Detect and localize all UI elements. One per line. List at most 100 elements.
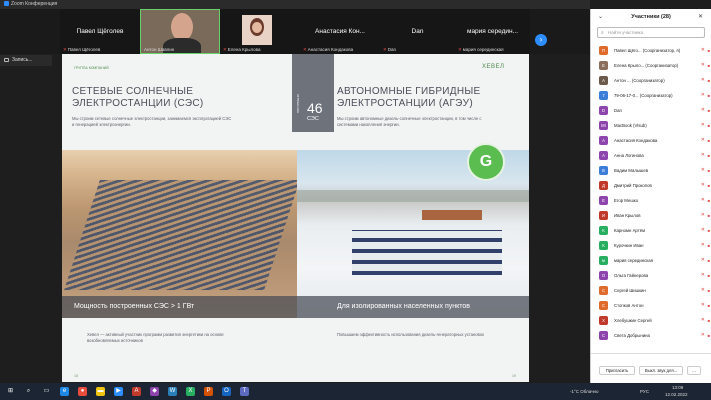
windows-start-icon[interactable]: ⊞ — [6, 387, 15, 396]
camera-off-icon[interactable]: ■ — [708, 118, 710, 133]
chrome-icon[interactable]: ● — [78, 387, 87, 396]
mic-muted-icon[interactable]: ✕ — [701, 328, 705, 343]
teams-icon[interactable]: T — [240, 387, 249, 396]
camera-off-icon[interactable]: ■ — [708, 163, 710, 178]
weather-widget[interactable]: -1°C Облачно — [570, 389, 599, 394]
camera-off-icon[interactable]: ■ — [708, 283, 710, 298]
camera-off-icon[interactable]: ■ — [708, 88, 710, 103]
close-icon[interactable]: ✕ — [698, 9, 703, 25]
pdf-reader-icon[interactable]: A — [132, 387, 141, 396]
participant-tile[interactable]: Dan ✕Dan — [380, 9, 455, 54]
outlook-icon[interactable]: O — [222, 387, 231, 396]
mic-muted-icon[interactable]: ✕ — [701, 193, 705, 208]
word-icon[interactable]: W — [168, 387, 177, 396]
camera-off-icon[interactable]: ■ — [708, 328, 710, 343]
camera-off-icon[interactable]: ■ — [708, 73, 710, 88]
language-indicator[interactable]: РУС — [640, 389, 649, 394]
mic-muted-icon[interactable]: ✕ — [701, 163, 705, 178]
participant-list-item[interactable]: С Стопков Антон ✕ ■ — [591, 298, 711, 313]
mic-muted-icon[interactable]: ✕ — [701, 178, 705, 193]
camera-off-icon[interactable]: ■ — [708, 178, 710, 193]
participant-list-item[interactable]: О Ольга Гайнерова ✕ ■ — [591, 268, 711, 283]
camera-off-icon[interactable]: ■ — [708, 208, 710, 223]
clock-date[interactable]: 12.02.2022 — [665, 392, 688, 397]
participant-list-item[interactable]: С Сергей Шишкин ✕ ■ — [591, 283, 711, 298]
participant-list-item[interactable]: И Иван Крылов ✕ ■ — [591, 208, 711, 223]
participant-strip: Павел Щёголев ✕Павел Щёголев Антон Шавли… — [0, 9, 590, 54]
camera-off-icon[interactable]: ■ — [708, 43, 710, 58]
camera-off-icon[interactable]: ■ — [708, 223, 710, 238]
camera-off-icon[interactable]: ■ — [708, 253, 710, 268]
participant-list-item[interactable]: Д Дмитрий Прокопов ✕ ■ — [591, 178, 711, 193]
mic-muted-icon[interactable]: ✕ — [701, 313, 705, 328]
participant-list-item[interactable]: Е Егор Мешко ✕ ■ — [591, 193, 711, 208]
participant-tile[interactable]: ✕Елена Крылова — [220, 9, 300, 54]
mute-all-button[interactable]: Выкл. звук для... — [639, 366, 683, 375]
mic-muted-icon[interactable]: ✕ — [701, 118, 705, 133]
participant-tile-name: Павел Щёголев — [76, 28, 124, 35]
participant-list-item[interactable]: Х Хлебушкин Сергей ✕ ■ — [591, 313, 711, 328]
excel-icon[interactable]: X — [186, 387, 195, 396]
camera-off-icon[interactable]: ■ — [708, 103, 710, 118]
participant-tile[interactable]: Анастасия Кон... ✕Анастасия Кондакова — [300, 9, 380, 54]
participant-list-item[interactable]: С Света Добрынина ✕ ■ — [591, 328, 711, 343]
edge-icon[interactable]: e — [60, 387, 69, 396]
collapse-chevron-icon[interactable]: ⌄ — [598, 9, 603, 25]
more-options-button[interactable]: ... — [687, 366, 701, 375]
zoom-taskbar-icon[interactable]: ▶ — [114, 387, 123, 396]
mic-muted-icon[interactable]: ✕ — [701, 223, 705, 238]
camera-off-icon[interactable]: ■ — [708, 133, 710, 148]
mic-muted-icon[interactable]: ✕ — [701, 103, 705, 118]
participant-search-input[interactable]: ⌕ Найти участника — [597, 27, 705, 38]
participant-list-item[interactable]: А Анастасия Кондакова ✕ ■ — [591, 133, 711, 148]
participant-list-item[interactable]: В Вадим Малышев ✕ ■ — [591, 163, 711, 178]
camera-off-icon[interactable]: ■ — [708, 298, 710, 313]
file-explorer-icon[interactable]: ▬ — [96, 387, 105, 396]
app-icon[interactable]: ◆ — [150, 387, 159, 396]
camera-off-icon[interactable]: ■ — [708, 58, 710, 73]
zoom-window: Zoom Конференция Павел Щёголев ✕Павел Щё… — [0, 0, 711, 400]
participant-list-item[interactable]: м мария серединская ✕ ■ — [591, 253, 711, 268]
mic-muted-icon[interactable]: ✕ — [701, 208, 705, 223]
mic-muted-icon[interactable]: ✕ — [701, 268, 705, 283]
participant-list-item[interactable]: П Павел Щёго... (Соорганизатор, я) ✕ ■ — [591, 43, 711, 58]
mic-muted-icon[interactable]: ✕ — [701, 238, 705, 253]
mic-muted-icon: ✕ — [303, 47, 307, 52]
camera-off-icon[interactable]: ■ — [708, 238, 710, 253]
camera-off-icon[interactable]: ■ — [708, 148, 710, 163]
camera-off-icon[interactable]: ■ — [708, 268, 710, 283]
mic-muted-icon[interactable]: ✕ — [701, 298, 705, 313]
mic-muted-icon[interactable]: ✕ — [701, 73, 705, 88]
search-icon[interactable]: ⌕ — [24, 387, 33, 396]
invite-button[interactable]: Пригласить — [599, 366, 635, 375]
participant-tile[interactable]: Павел Щёголев ✕Павел Щёголев — [60, 9, 140, 54]
mic-muted-icon[interactable]: ✕ — [701, 58, 705, 73]
participant-list-item[interactable]: К Карномн Артём ✕ ■ — [591, 223, 711, 238]
camera-off-icon[interactable]: ■ — [708, 193, 710, 208]
participant-list-item[interactable]: А Анна Логинова ✕ ■ — [591, 148, 711, 163]
mic-muted-icon[interactable]: ✕ — [701, 133, 705, 148]
participant-list-item[interactable]: К Курочкин Иван ✕ ■ — [591, 238, 711, 253]
mic-muted-icon[interactable]: ✕ — [701, 148, 705, 163]
recording-indicator[interactable]: Запись... — [0, 55, 52, 66]
powerpoint-icon[interactable]: P — [204, 387, 213, 396]
mic-muted-icon[interactable]: ✕ — [701, 43, 705, 58]
mic-muted-icon[interactable]: ✕ — [701, 283, 705, 298]
participant-list-item[interactable]: Е Елена Крыло... (Соорганизатор) ✕ ■ — [591, 58, 711, 73]
participant-list-item[interactable]: MI MacBook (Vlsub) ✕ ■ — [591, 118, 711, 133]
participant-list-item[interactable]: А Антон ... (Соорганизатор) ✕ ■ — [591, 73, 711, 88]
avatar: Д — [599, 181, 608, 190]
right-caption: Для изолированных населенных пунктов — [297, 296, 529, 318]
participant-list-item[interactable]: 7 79-06-17-0... (Соорганизатор) ✕ ■ — [591, 88, 711, 103]
mic-muted-icon[interactable]: ✕ — [701, 88, 705, 103]
participant-name: Иван Крылов — [614, 213, 641, 218]
next-page-arrow-icon[interactable]: › — [535, 34, 547, 46]
participant-tile[interactable]: мария середин... ✕мария серединская — [455, 9, 530, 54]
clock-time[interactable]: 13:09 — [672, 385, 683, 390]
mic-muted-icon[interactable]: ✕ — [701, 253, 705, 268]
avatar: Е — [599, 196, 608, 205]
camera-off-icon[interactable]: ■ — [708, 313, 710, 328]
participant-list-item[interactable]: D Dan ✕ ■ — [591, 103, 711, 118]
task-view-icon[interactable]: ▭ — [42, 387, 51, 396]
participant-tile-active-speaker[interactable]: Антон Шавлин — [140, 9, 220, 54]
